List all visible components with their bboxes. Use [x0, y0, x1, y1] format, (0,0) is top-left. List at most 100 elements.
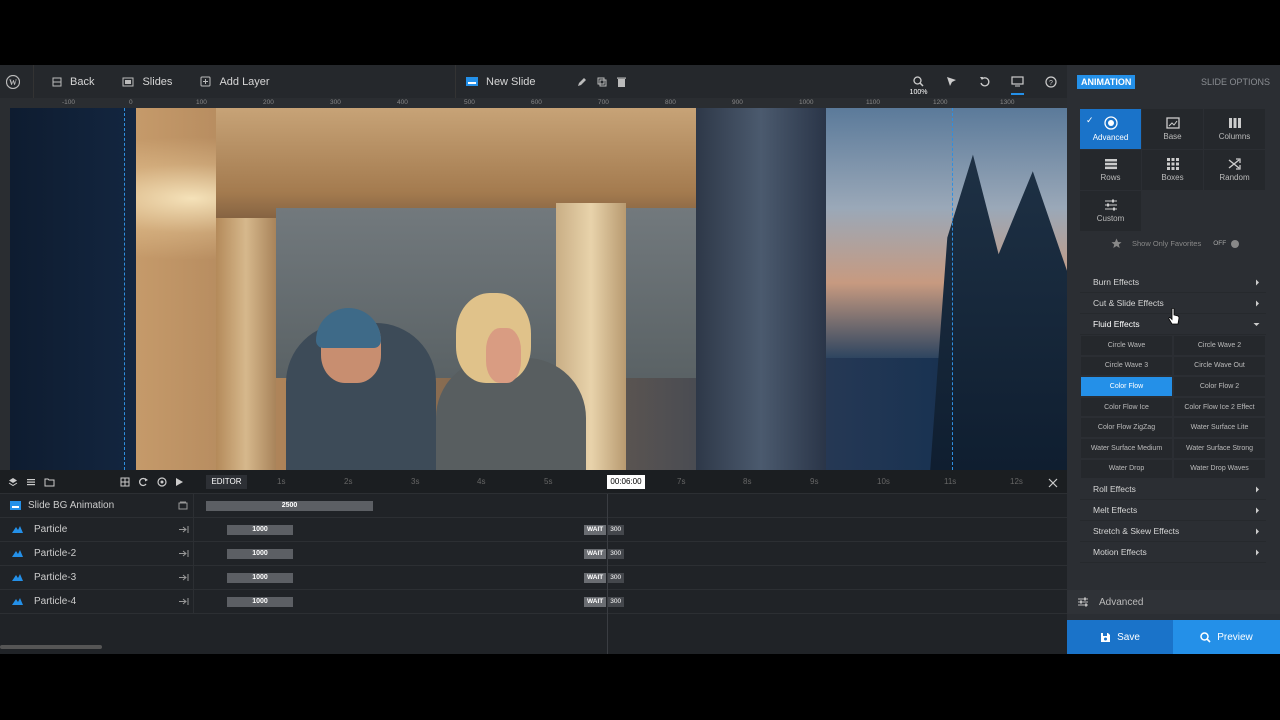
chevron-right-icon	[1256, 549, 1259, 556]
button-label: Advanced	[1092, 133, 1129, 142]
timeline-header: EDITOR 1s 2s 3s 4s 5s 7s 8s 9s 10s 11s 1…	[0, 470, 1067, 494]
tab-animation[interactable]: ANIMATION	[1077, 74, 1136, 89]
timeline-row-particle-3[interactable]: Particle-3 1000 WAIT 300	[0, 566, 1067, 590]
slides-label: Slides	[142, 75, 173, 88]
effect-group-melt[interactable]: Melt Effects	[1080, 500, 1266, 522]
animation-bar[interactable]: 1000	[227, 525, 293, 535]
active-device-indicator	[1011, 93, 1024, 95]
effect-option-selected[interactable]: Color Flow	[1080, 376, 1173, 397]
top-toolbar: W Back Slides Add Layer New Slide 100% ?	[0, 65, 1067, 98]
slide-canvas[interactable]	[10, 108, 1067, 470]
effect-option[interactable]: Circle Wave 2	[1173, 335, 1266, 356]
chevron-right-icon	[1256, 528, 1259, 535]
guide-line-right[interactable]	[952, 108, 953, 470]
arrow-to-end-icon[interactable]	[178, 597, 189, 606]
effect-option[interactable]: Color Flow 2	[1173, 376, 1266, 397]
horizontal-ruler: -100 0 100 200 300 400 500 600 700 800 900 1000 1100…	[0, 98, 1067, 108]
animation-bar[interactable]: 1000	[227, 573, 293, 583]
timeline-row-slide-bg[interactable]: Slide BG Animation 2500	[0, 494, 1067, 518]
animation-bar[interactable]: 1000	[227, 549, 293, 559]
row-separator	[193, 566, 194, 590]
undo-button[interactable]	[968, 65, 1001, 98]
arrow-to-end-icon[interactable]	[178, 525, 189, 534]
effect-option[interactable]: Color Flow ZigZag	[1080, 417, 1173, 438]
save-label: Save	[1117, 631, 1140, 643]
folder-icon[interactable]	[44, 477, 55, 487]
current-time-marker[interactable]: 00:06:00	[607, 475, 645, 489]
group-label: Melt Effects	[1093, 505, 1138, 516]
effect-option[interactable]: Water Drop Waves	[1173, 458, 1266, 480]
back-button[interactable]: Back	[42, 65, 104, 98]
wordpress-logo-icon[interactable]: W	[0, 65, 34, 98]
columns-icon	[1228, 118, 1241, 128]
help-icon: ?	[1044, 75, 1057, 88]
star-icon[interactable]	[1111, 238, 1122, 249]
effect-option[interactable]: Color Flow Ice 2 Effect	[1173, 396, 1266, 418]
timeline-playhead[interactable]	[607, 494, 608, 654]
layers-icon[interactable]	[8, 477, 18, 487]
snap-grid-icon[interactable]	[120, 477, 130, 487]
animation-bar[interactable]: 2500	[206, 501, 373, 511]
timeline-row-particle[interactable]: Particle 1000 WAIT 300	[0, 518, 1067, 542]
effect-option[interactable]: Water Surface Medium	[1080, 437, 1173, 459]
timeline-row-particle-2[interactable]: Particle-2 1000 WAIT 300	[0, 542, 1067, 566]
play-icon[interactable]	[175, 477, 184, 487]
effect-option[interactable]: Color Flow Ice	[1080, 396, 1173, 418]
slides-button[interactable]: Slides	[112, 65, 182, 98]
tab-slide-options[interactable]: SLIDE OPTIONS	[1201, 77, 1270, 87]
effect-option[interactable]: Water Surface Lite	[1173, 417, 1266, 438]
menu-lines-icon[interactable]	[26, 477, 36, 487]
animation-bar[interactable]: 1000	[227, 597, 293, 607]
slide-settings-icon[interactable]	[178, 501, 188, 510]
save-button[interactable]: Save	[1067, 620, 1173, 654]
effect-option[interactable]: Circle Wave 3	[1080, 355, 1173, 377]
wait-block[interactable]: WAIT 300	[584, 573, 625, 583]
scale-label: 8s	[743, 477, 752, 486]
slide-selector[interactable]: New Slide	[455, 65, 546, 98]
custom-type-button[interactable]: Custom	[1080, 191, 1141, 231]
base-type-button[interactable]: Base	[1142, 109, 1203, 149]
wait-block[interactable]: WAIT 300	[584, 525, 625, 535]
editor-tab[interactable]: EDITOR	[206, 475, 247, 489]
wait-label: WAIT	[584, 597, 607, 607]
effect-option[interactable]: Water Surface Strong	[1173, 437, 1266, 459]
help-button[interactable]: ?	[1034, 65, 1067, 98]
arrow-to-end-icon[interactable]	[178, 573, 189, 582]
random-type-button[interactable]: Random	[1204, 150, 1265, 190]
wait-block[interactable]: WAIT 300	[584, 597, 625, 607]
wait-block[interactable]: WAIT 300	[584, 549, 625, 559]
effect-group-stretch-skew[interactable]: Stretch & Skew Effects	[1080, 521, 1266, 543]
boxes-type-button[interactable]: Boxes	[1142, 150, 1203, 190]
close-timeline-button[interactable]	[1048, 475, 1058, 493]
rows-type-button[interactable]: Rows	[1080, 150, 1141, 190]
timeline-scrollbar[interactable]	[0, 645, 102, 649]
svg-text:W: W	[9, 78, 17, 87]
effect-group-roll[interactable]: Roll Effects	[1080, 479, 1266, 501]
effect-option[interactable]: Circle Wave	[1080, 335, 1173, 356]
refresh-icon[interactable]	[157, 477, 167, 487]
advanced-type-button[interactable]: ✓ Advanced	[1080, 109, 1141, 149]
delete-slide-button[interactable]	[612, 65, 639, 98]
pencil-icon	[578, 77, 586, 86]
columns-type-button[interactable]: Columns	[1204, 109, 1265, 149]
select-tool-button[interactable]	[935, 65, 968, 98]
arrow-to-end-icon[interactable]	[178, 549, 189, 558]
zoom-button[interactable]: 100%	[902, 65, 935, 98]
scale-label: 10s	[877, 477, 890, 486]
favorites-toggle[interactable]: OFF	[1213, 239, 1240, 248]
chevron-right-icon	[1256, 279, 1259, 285]
effect-group-motion[interactable]: Motion Effects	[1080, 542, 1266, 564]
loop-icon[interactable]	[138, 477, 149, 487]
effect-option[interactable]: Circle Wave Out	[1173, 355, 1266, 377]
timeline-row-particle-4[interactable]: Particle-4 1000 WAIT 300	[0, 590, 1067, 614]
effect-option[interactable]: Water Drop	[1080, 458, 1173, 480]
particle-layer-icon	[12, 574, 23, 581]
add-layer-button[interactable]: Add Layer	[190, 65, 279, 98]
save-icon	[1101, 632, 1111, 642]
effect-group-burn[interactable]: Burn Effects	[1080, 272, 1266, 293]
scale-label: 11s	[944, 477, 957, 486]
device-desktop-button[interactable]	[1001, 65, 1034, 98]
advanced-settings-row[interactable]: Advanced	[1067, 590, 1280, 614]
preview-button[interactable]: Preview	[1173, 620, 1280, 654]
guide-line-left[interactable]	[124, 108, 125, 470]
